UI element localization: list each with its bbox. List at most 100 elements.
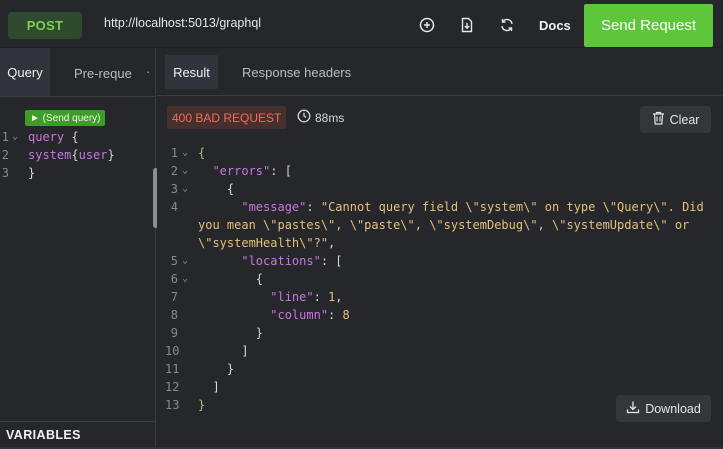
refresh-icon[interactable] bbox=[498, 16, 516, 34]
result-line: 5 ⌄ "locations": [ bbox=[157, 252, 723, 270]
plus-circle-icon[interactable] bbox=[418, 16, 436, 34]
line-number: 1 bbox=[1, 130, 9, 144]
code-token: "errors" bbox=[212, 164, 271, 178]
tab-query[interactable]: Query bbox=[0, 48, 50, 96]
result-line: 6 ⌄ { bbox=[157, 270, 723, 288]
line-number: 3 bbox=[1, 166, 9, 180]
code-token: } bbox=[198, 398, 206, 412]
result-line: 9 } bbox=[157, 324, 723, 342]
response-time: 88ms bbox=[297, 109, 344, 126]
result-line: 4 "message": "Cannot query field \"syste… bbox=[157, 198, 723, 216]
line-number: 3 bbox=[170, 182, 178, 196]
result-pane: Result Response headers 400 BAD REQUEST … bbox=[157, 48, 723, 449]
code-text: \"systemHealth\"?", bbox=[198, 234, 335, 252]
line-number: 2 bbox=[170, 164, 178, 178]
query-editor[interactable]: 1 ⌄ query {2 system{user} 3} bbox=[0, 128, 150, 182]
send-query-button[interactable]: ► (Send query) bbox=[25, 110, 106, 126]
download-label: Download bbox=[645, 401, 701, 416]
trash-icon bbox=[652, 111, 665, 128]
code-token: : bbox=[328, 308, 343, 322]
code-token: } bbox=[28, 166, 36, 180]
clear-button[interactable]: Clear bbox=[640, 106, 711, 133]
query-line: 2 system{user} bbox=[0, 146, 150, 164]
docs-button[interactable]: Docs bbox=[539, 18, 571, 33]
url-input[interactable]: http://localhost:5013/graphql bbox=[104, 16, 261, 30]
code-token: : bbox=[313, 290, 329, 304]
line-number: 5 bbox=[170, 254, 178, 268]
tab-result[interactable]: Result bbox=[165, 55, 218, 89]
code-text: query { bbox=[28, 128, 79, 146]
code-token: { bbox=[198, 182, 235, 196]
code-text: "column": 8 bbox=[198, 306, 350, 324]
fold-chevron-icon[interactable]: ⌄ bbox=[182, 162, 188, 180]
result-viewer[interactable]: 1 ⌄ {2 ⌄ "errors": [ 3 ⌄ {4 "message": "Canno… bbox=[157, 144, 723, 414]
code-token: : [ bbox=[270, 164, 292, 178]
code-text: { bbox=[198, 180, 234, 198]
variables-section-header[interactable]: VARIABLES bbox=[0, 421, 156, 449]
code-token: } bbox=[198, 326, 264, 340]
result-line: \"systemHealth\"?", bbox=[157, 234, 723, 252]
tab-pre-request[interactable]: Pre-reque bbox=[74, 66, 132, 81]
result-line: 2 ⌄ "errors": [ bbox=[157, 162, 723, 180]
query-line: 3} bbox=[0, 164, 150, 182]
code-text: "locations": [ bbox=[198, 252, 342, 270]
line-number: 1 bbox=[170, 146, 178, 160]
code-token: 8 bbox=[342, 308, 350, 322]
result-line: you mean \"pastes\", \"paste\", \"system… bbox=[157, 216, 723, 234]
fold-chevron-icon[interactable]: ⌄ bbox=[182, 270, 188, 288]
line-number: 13 bbox=[165, 398, 180, 412]
clear-label: Clear bbox=[669, 112, 700, 127]
code-token: { bbox=[64, 130, 79, 144]
divider bbox=[0, 96, 156, 97]
query-pane: Query Pre-reque · ► (Send query) 1 ⌄ query… bbox=[0, 48, 156, 449]
line-number: 2 bbox=[1, 148, 9, 162]
code-token: "Cannot query field \"system\" on type \… bbox=[320, 200, 704, 214]
code-token: { bbox=[198, 272, 264, 286]
code-token: { bbox=[71, 148, 79, 162]
code-token: query bbox=[28, 130, 65, 144]
code-token: , bbox=[335, 290, 343, 304]
download-button[interactable]: Download bbox=[616, 395, 711, 422]
fold-chevron-icon[interactable]: ⌄ bbox=[12, 128, 18, 146]
line-number: 12 bbox=[165, 380, 180, 394]
fold-chevron-icon[interactable]: ⌄ bbox=[182, 144, 188, 162]
query-line: 1 ⌄ query { bbox=[0, 128, 150, 146]
code-token: : bbox=[306, 200, 321, 214]
http-method-select[interactable]: POST bbox=[8, 12, 82, 39]
code-token: ] bbox=[198, 344, 249, 358]
file-download-icon[interactable] bbox=[458, 16, 476, 34]
code-text: "message": "Cannot query field \"system\… bbox=[198, 198, 704, 216]
download-icon bbox=[626, 400, 640, 417]
line-number: 10 bbox=[165, 344, 180, 358]
line-number: 11 bbox=[165, 362, 180, 376]
fold-chevron-icon[interactable]: ⌄ bbox=[182, 252, 188, 270]
code-token: user bbox=[78, 148, 108, 162]
result-line: 10 ] bbox=[157, 342, 723, 360]
code-token: ] bbox=[198, 380, 220, 394]
response-time-value: 88ms bbox=[315, 110, 345, 125]
code-text: { bbox=[198, 270, 263, 288]
tab-response-headers[interactable]: Response headers bbox=[242, 65, 351, 80]
top-bar: POST http://localhost:5013/graphql Docs … bbox=[0, 0, 723, 48]
line-number: 7 bbox=[170, 290, 178, 304]
result-line: 8 "column": 8 bbox=[157, 306, 723, 324]
code-text: ] bbox=[198, 342, 249, 360]
result-line: 1 ⌄ { bbox=[157, 144, 723, 162]
code-text: } bbox=[28, 164, 35, 182]
line-number: 9 bbox=[170, 326, 178, 340]
code-token: { bbox=[198, 146, 206, 160]
code-text: ] bbox=[198, 378, 220, 396]
result-line: 3 ⌄ { bbox=[157, 180, 723, 198]
code-token: you mean \"pastes\", \"paste\", \"system… bbox=[198, 218, 690, 232]
tab-overflow-indicator[interactable]: · bbox=[146, 64, 150, 79]
code-text: "errors": [ bbox=[198, 162, 292, 180]
code-token: "message" bbox=[241, 200, 307, 214]
fold-chevron-icon[interactable]: ⌄ bbox=[182, 180, 188, 198]
code-text: } bbox=[198, 360, 234, 378]
code-text: you mean \"pastes\", \"paste\", \"system… bbox=[198, 216, 689, 234]
status-badge: 400 BAD REQUEST bbox=[167, 106, 287, 129]
code-text: { bbox=[198, 144, 205, 162]
send-request-button[interactable]: Send Request bbox=[584, 4, 713, 47]
